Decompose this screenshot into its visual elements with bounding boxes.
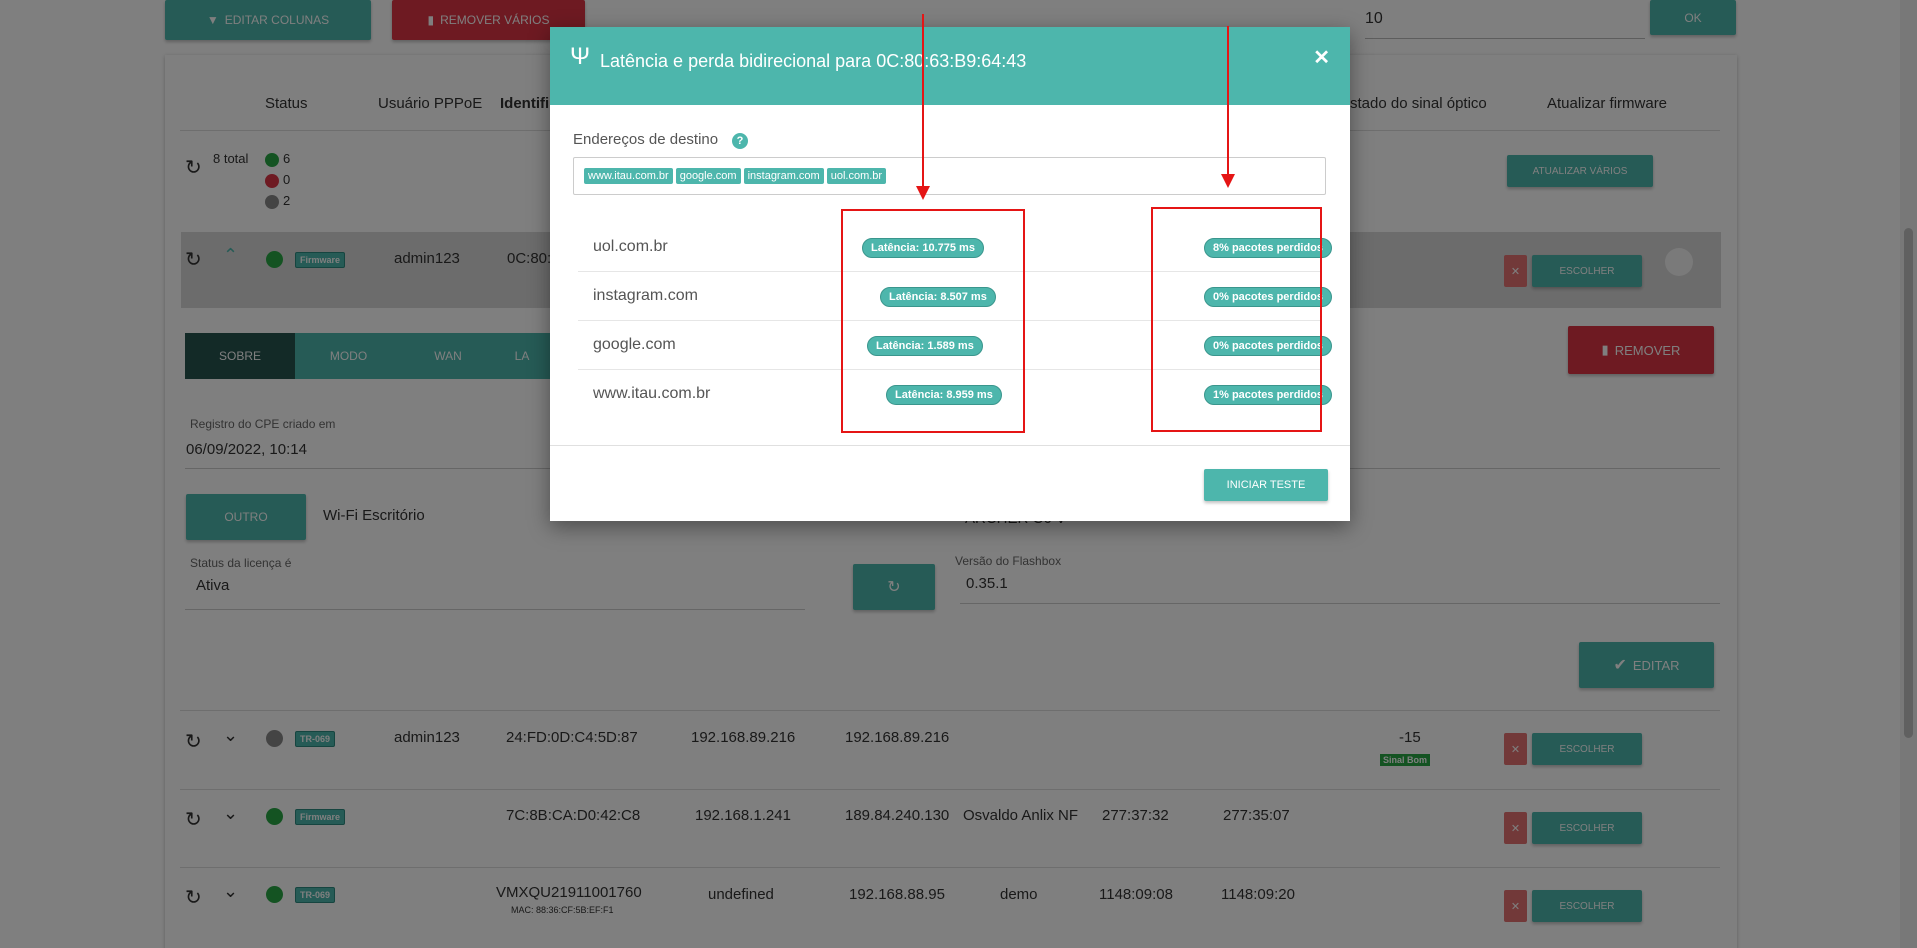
modal-footer-divider xyxy=(550,445,1350,446)
result-host: www.itau.com.br xyxy=(593,385,711,402)
help-icon[interactable]: ? xyxy=(732,133,748,149)
annotation-arrow-line xyxy=(922,14,924,186)
annotation-arrow-head xyxy=(916,186,930,200)
result-host: uol.com.br xyxy=(593,238,668,255)
start-test-button[interactable]: INICIAR TESTE xyxy=(1204,469,1328,501)
modal-header: Ψ Latência e perda bidirecional para 0C:… xyxy=(550,27,1350,105)
destination-chip[interactable]: www.itau.com.br xyxy=(584,168,673,184)
packet-loss-highlight-box xyxy=(1151,207,1322,432)
result-host: instagram.com xyxy=(593,287,698,304)
destination-chip[interactable]: uol.com.br xyxy=(826,168,887,184)
modal-title: Latência e perda bidirecional para 0C:80… xyxy=(600,51,1027,71)
close-icon[interactable]: ✕ xyxy=(1313,45,1330,70)
destinations-label: Endereços de destino xyxy=(573,131,719,148)
destination-chip[interactable]: google.com xyxy=(675,168,741,184)
annotation-arrow-line xyxy=(1227,26,1229,174)
destinations-input[interactable]: www.itau.com.br google.com instagram.com… xyxy=(573,157,1326,195)
latency-highlight-box xyxy=(841,209,1025,433)
destination-chip[interactable]: instagram.com xyxy=(743,168,824,184)
result-host: google.com xyxy=(593,336,676,353)
stethoscope-icon: Ψ xyxy=(570,43,591,70)
annotation-arrow-head xyxy=(1221,174,1235,188)
